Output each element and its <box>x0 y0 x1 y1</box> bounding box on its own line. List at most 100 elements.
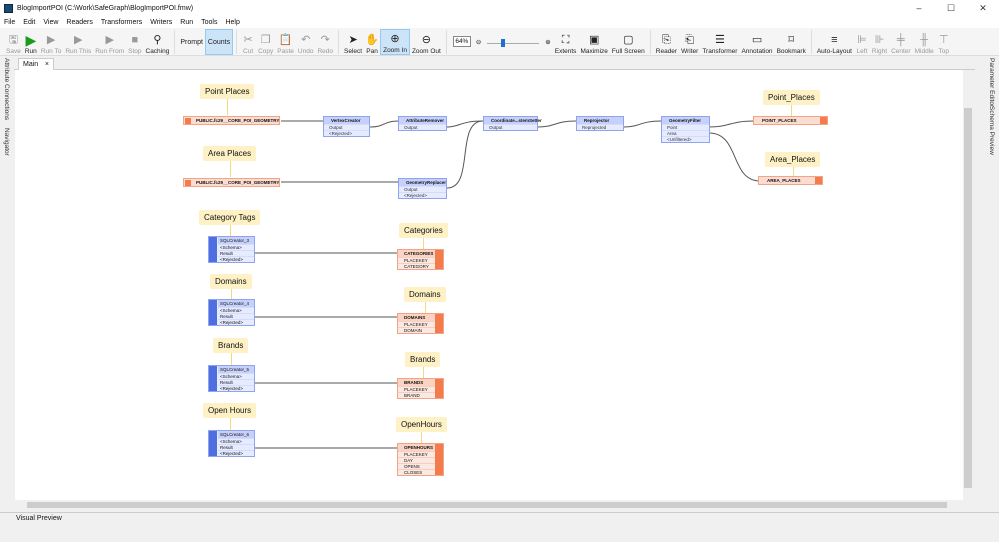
top-button[interactable]: ⊤ Top <box>936 29 952 55</box>
cut-button[interactable]: ✂ Cut <box>240 29 256 55</box>
output-port[interactable]: <Rejected> <box>399 192 446 198</box>
menu-run[interactable]: Run <box>180 19 193 26</box>
annotation[interactable]: Brands <box>213 338 249 369</box>
transformer-geometryreplacer[interactable]: GeometryReplacer Output <Rejected> <box>398 178 447 199</box>
annotation[interactable]: Domains <box>210 274 252 305</box>
feature-type-reader[interactable]: PUBLIC.fc29__CORE_POI_GEOMETRY <box>183 178 280 187</box>
table-writer[interactable]: OPENHOURS PLACEKEY DAY OPENS CLOSES <box>397 443 444 476</box>
transformer-vertexcreator[interactable]: VertexCreator Output <Rejected> <box>323 116 370 137</box>
menu-tools[interactable]: Tools <box>201 19 217 26</box>
auto-layout-button[interactable]: ≡ Auto-Layout <box>815 29 854 55</box>
reader-button[interactable]: ⎘ Reader <box>654 29 679 55</box>
run-this-button[interactable]: ▶ Run This <box>63 29 93 55</box>
annotation[interactable]: OpenHours <box>396 417 447 448</box>
run-to-button[interactable]: ▶ Run To <box>39 29 63 55</box>
zoom-out-small-button[interactable]: ⊖ <box>474 29 483 55</box>
workspace-canvas[interactable]: Point Places Area Places Point_Places Area_… <box>15 70 963 500</box>
menu-file[interactable]: File <box>4 19 15 26</box>
navigator-tab[interactable]: Navigator <box>3 128 10 156</box>
extents-button[interactable]: ⛶ Extents <box>553 29 579 55</box>
annotation[interactable]: Category Tags <box>199 210 261 241</box>
feature-type-writer[interactable]: POINT_PLACES <box>753 116 828 125</box>
parameter-editor-tab[interactable]: Parameter Editor <box>988 58 995 107</box>
output-port[interactable]: Output <box>484 124 537 130</box>
stop-button[interactable]: ■ Stop <box>126 29 143 55</box>
annotation[interactable]: Open Hours <box>203 403 257 434</box>
transformer-coordinatestemsetter[interactable]: Coordinate...stemSetter Output <box>483 116 542 131</box>
output-port[interactable]: Output <box>399 124 446 130</box>
annotation[interactable]: Point_Places <box>763 90 820 121</box>
zoom-slider[interactable] <box>483 29 543 55</box>
close-tab-icon[interactable]: × <box>45 61 49 68</box>
transformer-geometryfilter[interactable]: GeometryFilter Point Area <Unfiltered> <box>661 116 710 143</box>
annotation[interactable]: Brands <box>405 352 441 383</box>
run-from-button[interactable]: ▶ Run From <box>93 29 126 55</box>
output-port[interactable]: Reprojected <box>577 124 623 130</box>
counts-button[interactable]: Counts <box>204 29 234 55</box>
output-port[interactable]: <Rejected> <box>218 450 254 456</box>
save-button[interactable]: 🖫 Save <box>4 29 23 55</box>
attribute-connections-tab[interactable]: Attribute Connections <box>3 58 10 120</box>
transformer-button[interactable]: ☰ Transformer <box>700 29 739 55</box>
close-window-button[interactable]: ✕ <box>967 3 999 14</box>
zoom-in-small-button[interactable]: ⊕ <box>543 29 552 55</box>
annotation[interactable]: Point Places <box>200 84 255 115</box>
menu-readers[interactable]: Readers <box>66 19 92 26</box>
caching-button[interactable]: ⚲ Caching <box>144 29 172 55</box>
vertical-scrollbar[interactable] <box>963 70 973 500</box>
slider-thumb[interactable] <box>501 39 506 47</box>
menu-help[interactable]: Help <box>225 19 239 26</box>
transformer-attributeremover[interactable]: AttributeRemover Output <box>398 116 447 131</box>
feature-type-writer[interactable]: AREA_PLACES <box>758 176 823 185</box>
horizontal-scrollbar[interactable] <box>15 500 963 510</box>
output-port[interactable]: <Rejected> <box>218 385 254 391</box>
table-writer[interactable]: CATEGORIES PLACEKEY CATEGORY <box>397 249 444 270</box>
annotation[interactable]: Area_Places <box>765 152 821 183</box>
annotation[interactable]: Area Places <box>203 146 257 177</box>
tab-main[interactable]: Main × <box>18 58 54 70</box>
paste-button[interactable]: 📋 Paste <box>275 29 296 55</box>
output-port[interactable]: <Rejected> <box>324 130 369 136</box>
maximize-button[interactable]: ▣ Maximize <box>578 29 609 55</box>
sqlcreator[interactable]: SQLCreator_3 <Schema> Result <Rejected> <box>208 236 255 263</box>
transformer-reprojector[interactable]: Reprojector Reprojected <box>576 116 624 131</box>
table-writer[interactable]: DOMAINS PLACEKEY DOMAIN <box>397 313 444 334</box>
pan-button[interactable]: ✋ Pan <box>364 29 380 55</box>
middle-button[interactable]: ╫ Middle <box>913 29 936 55</box>
schema-preview-tab[interactable]: Schema Preview <box>988 106 995 155</box>
output-port[interactable]: <Unfiltered> <box>662 136 709 142</box>
sqlcreator[interactable]: SQLCreator_5 <Schema> Result <Rejected> <box>208 365 255 392</box>
left-button[interactable]: ⊫ Left <box>854 29 870 55</box>
run-button[interactable]: ▶ Run <box>23 29 39 55</box>
scroll-thumb[interactable] <box>27 502 947 508</box>
maximize-window-button[interactable]: ☐ <box>935 3 967 14</box>
full-screen-button[interactable]: ▢ Full Screen <box>610 29 647 55</box>
annotation[interactable]: Domains <box>404 287 446 318</box>
zoom-out-button[interactable]: ⊖ Zoom Out <box>410 29 443 55</box>
menu-writers[interactable]: Writers <box>150 19 172 26</box>
bookmark-button[interactable]: ⌑ Bookmark <box>775 29 808 55</box>
right-button[interactable]: ⊪ Right <box>870 29 889 55</box>
sqlcreator[interactable]: SQLCreator_4 <Schema> Result <Rejected> <box>208 299 255 326</box>
zoom-level-field[interactable]: 64% <box>452 36 471 47</box>
menu-view[interactable]: View <box>43 19 58 26</box>
visual-preview-tab[interactable]: Visual Preview <box>16 515 62 522</box>
annotation-button[interactable]: ▭ Annotation <box>739 29 774 55</box>
prompt-button[interactable]: Prompt <box>178 29 205 55</box>
output-port[interactable]: <Rejected> <box>218 256 254 262</box>
output-port[interactable]: <Rejected> <box>218 319 254 325</box>
center-button[interactable]: ╪ Center <box>889 29 913 55</box>
copy-button[interactable]: ❐ Copy <box>256 29 275 55</box>
sqlcreator[interactable]: SQLCreator_6 <Schema> Result <Rejected> <box>208 430 255 457</box>
zoom-in-button[interactable]: ⊕ Zoom In <box>380 29 410 55</box>
undo-button[interactable]: ↶ Undo <box>296 29 316 55</box>
writer-button[interactable]: ⎗ Writer <box>679 29 700 55</box>
select-button[interactable]: ➤ Select <box>342 29 364 55</box>
scroll-thumb[interactable] <box>964 108 972 488</box>
minimize-button[interactable]: – <box>903 3 935 14</box>
menu-edit[interactable]: Edit <box>23 19 35 26</box>
table-writer[interactable]: BRANDS PLACEKEY BRAND <box>397 378 444 399</box>
feature-type-reader[interactable]: PUBLIC.fc29__CORE_POI_GEOMETRY <box>183 116 280 125</box>
menu-transformers[interactable]: Transformers <box>101 19 142 26</box>
redo-button[interactable]: ↷ Redo <box>315 29 335 55</box>
